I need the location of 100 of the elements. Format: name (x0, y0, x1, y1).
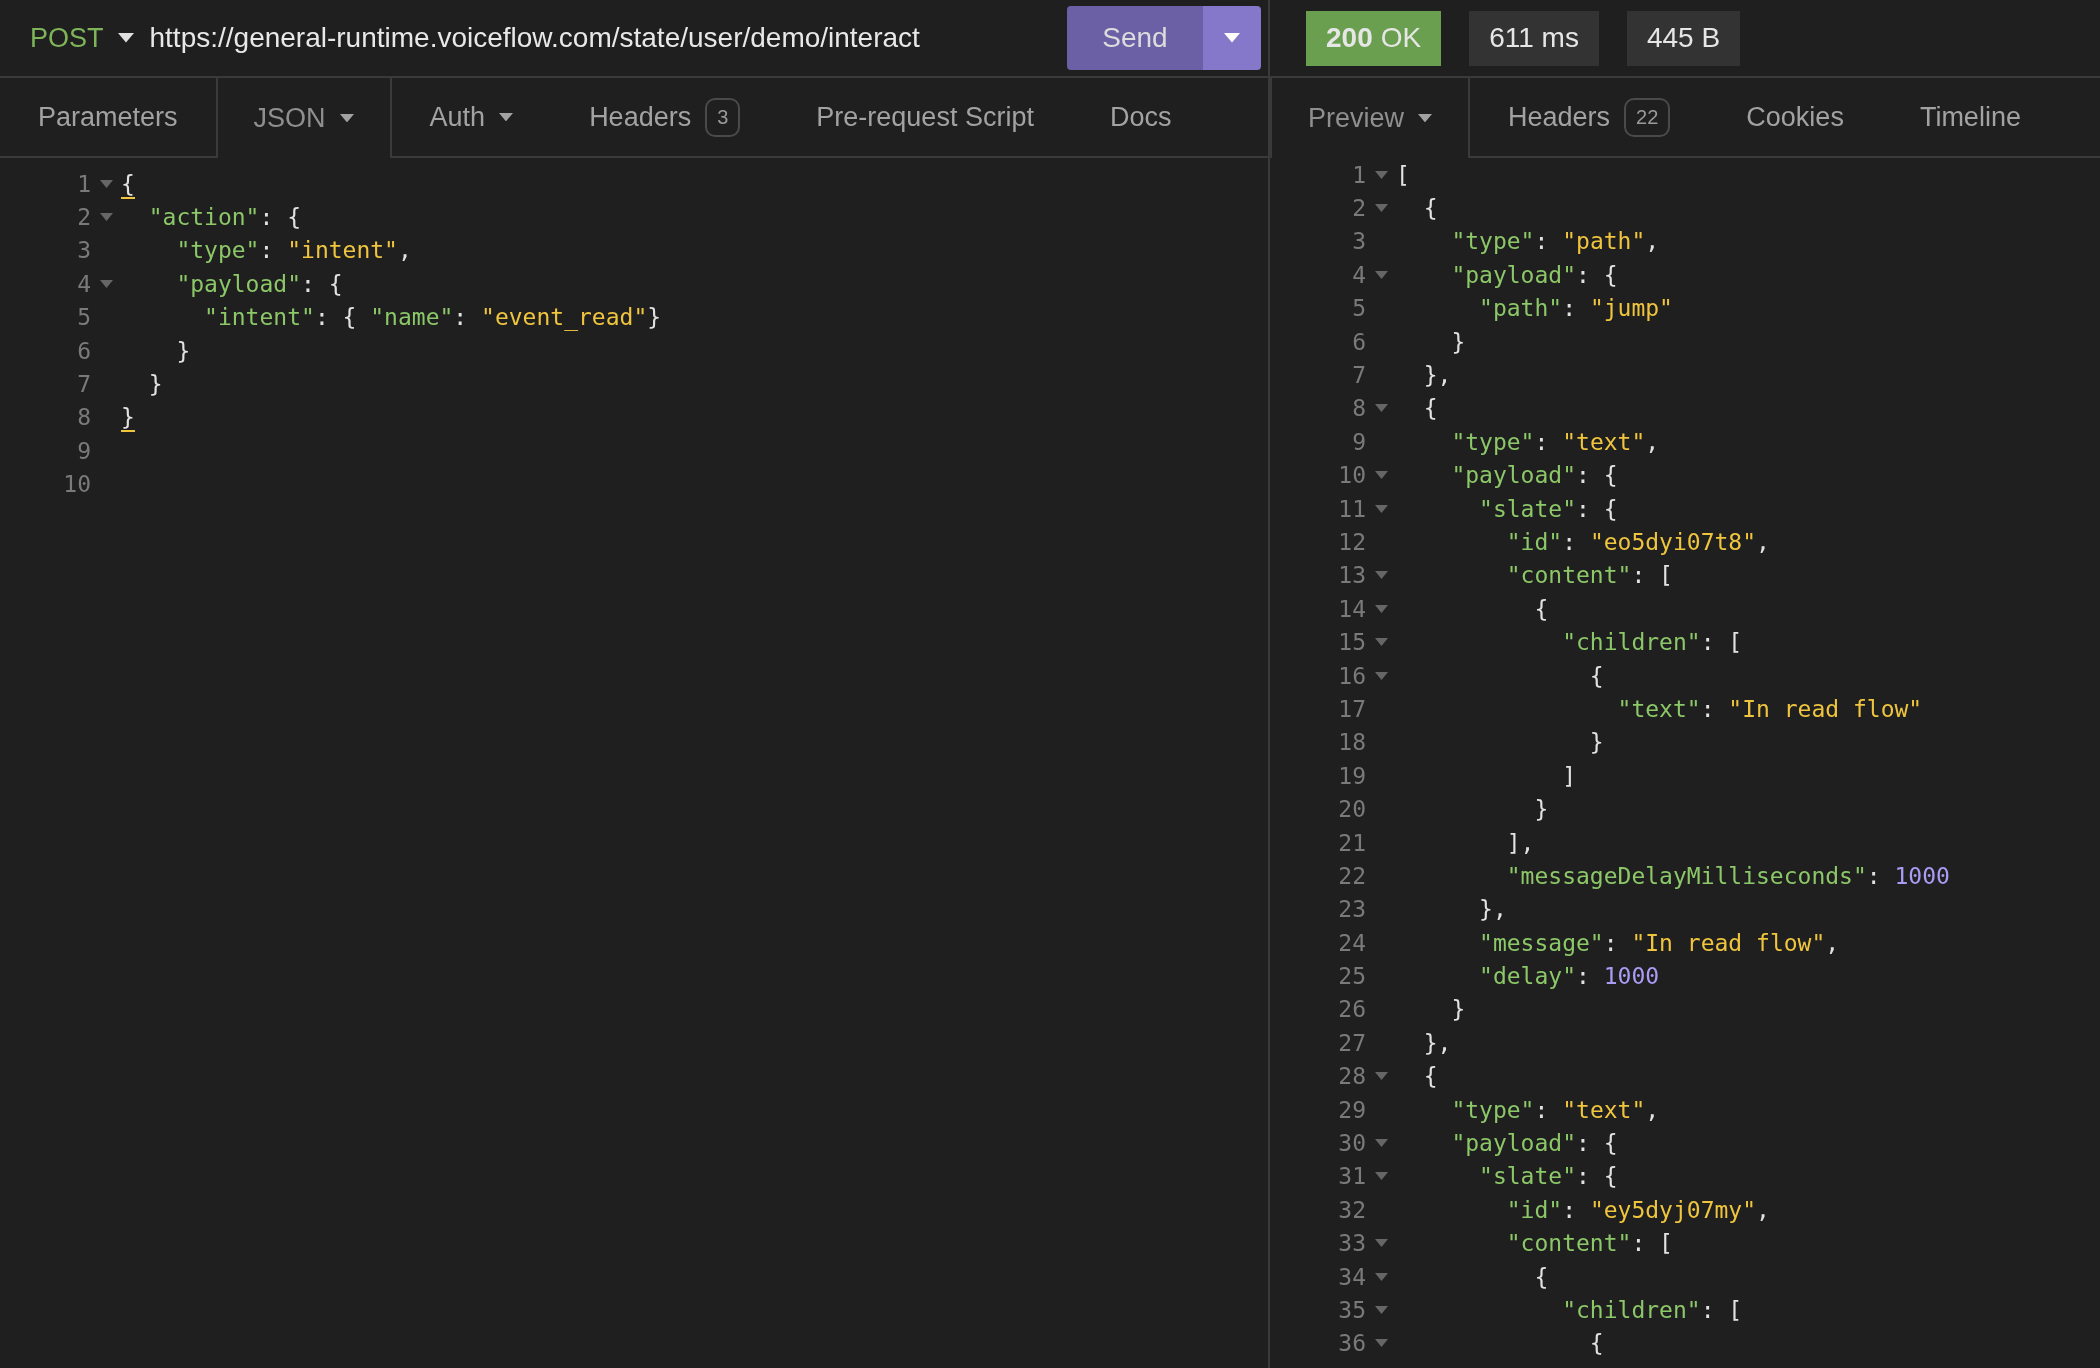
line-number: 32 (1338, 1196, 1366, 1223)
fold-arrow-icon[interactable] (1374, 1172, 1388, 1181)
line-number: 11 (1338, 495, 1366, 522)
line-number: 25 (1338, 963, 1366, 990)
fold-arrow-icon[interactable] (1374, 471, 1388, 480)
line-number: 35 (1338, 1296, 1366, 1323)
line-number: 7 (1352, 362, 1366, 389)
code-line: } (147, 371, 164, 398)
code-line: "type": "intent", (175, 237, 413, 264)
tab-label: Headers (589, 101, 692, 133)
code-line: "message": "In read flow", (1478, 929, 1841, 956)
code-line: }, (1422, 362, 1453, 389)
line-number: 36 (1338, 1330, 1366, 1357)
line-number: 5 (1352, 295, 1366, 322)
code-line: "children": [ (1561, 629, 1744, 656)
fold-arrow-icon[interactable] (1374, 1305, 1388, 1314)
code-line: "text": "In read flow" (1616, 695, 1924, 722)
code-line: { (1533, 595, 1550, 622)
code-line: } (1588, 729, 1605, 756)
fold-arrow-icon[interactable] (99, 279, 113, 288)
fold-arrow-icon[interactable] (1374, 170, 1388, 179)
fold-arrow-icon[interactable] (1374, 1339, 1388, 1348)
line-number: 10 (63, 471, 91, 498)
line-number: 23 (1338, 896, 1366, 923)
tab-label: Timeline (1919, 101, 2021, 133)
line-number: 6 (77, 337, 91, 364)
tab-label: Headers (1508, 101, 1611, 133)
tab-label: Preview (1308, 102, 1405, 134)
code-line: { (1422, 195, 1439, 222)
code-line: }, (1478, 896, 1508, 923)
line-number: 16 (1338, 662, 1366, 689)
code-line: "type": "text", (1450, 428, 1661, 455)
size-badge: 445 B (1626, 10, 1741, 66)
code-line: [ (1396, 161, 1411, 188)
line-number: 21 (1338, 829, 1366, 856)
line-number: 12 (1338, 529, 1366, 555)
line-number: 27 (1338, 1029, 1366, 1056)
line-number: 4 (1352, 261, 1366, 288)
line-number: 26 (1338, 996, 1366, 1023)
code-line: ] (1561, 762, 1577, 789)
tab-label: Cookies (1746, 101, 1844, 133)
fold-arrow-icon[interactable] (1374, 204, 1388, 213)
line-number: 24 (1338, 929, 1366, 956)
tab-label: Auth (429, 101, 486, 133)
code-line: "content": [ (1505, 562, 1674, 589)
line-number: 9 (77, 437, 91, 464)
code-line: "slate": { (1478, 1163, 1619, 1190)
line-number: 4 (77, 270, 91, 297)
code-line: } (175, 337, 192, 364)
fold-arrow-icon[interactable] (1374, 270, 1388, 279)
fold-arrow-icon[interactable] (1374, 571, 1388, 580)
status-badge: 200 OK (1306, 10, 1442, 66)
tab[interactable]: JSON (215, 78, 392, 158)
fold-arrow-icon[interactable] (1374, 1239, 1388, 1248)
code-line: { (1588, 662, 1605, 689)
fold-arrow-icon[interactable] (1374, 1272, 1388, 1281)
code-line: "type": "text", (1450, 1096, 1661, 1123)
tab[interactable]: Preview (1270, 78, 1471, 158)
line-number: 2 (77, 204, 91, 231)
fold-arrow-icon[interactable] (1374, 604, 1388, 613)
fold-arrow-icon[interactable] (1374, 404, 1388, 413)
caret-icon (1224, 33, 1240, 43)
line-number: 5 (77, 304, 91, 331)
line-number: 2 (1352, 195, 1366, 222)
code-line: "messageDelayMilliseconds": 1000 (1505, 862, 1951, 889)
fold-arrow-icon[interactable] (99, 213, 113, 222)
code-line: }, (1422, 1029, 1453, 1056)
code-line: { (1588, 1330, 1605, 1357)
line-number: 17 (1338, 695, 1366, 722)
time-badge: 611 ms (1469, 10, 1599, 66)
method-dropdown[interactable]: POST (30, 22, 134, 54)
code-line: "payload": { (1450, 462, 1619, 489)
line-number: 34 (1338, 1263, 1366, 1290)
fold-arrow-icon[interactable] (99, 179, 113, 188)
line-number: 3 (1352, 228, 1366, 255)
line-number: 31 (1338, 1163, 1366, 1190)
code-line: "payload": { (1450, 261, 1619, 288)
code-line: } (121, 404, 136, 431)
line-number: 20 (1338, 796, 1366, 823)
line-number: 3 (77, 237, 91, 264)
send-options-button[interactable] (1203, 6, 1261, 70)
fold-arrow-icon[interactable] (1374, 504, 1388, 513)
fold-arrow-icon[interactable] (1374, 638, 1388, 647)
line-number: 30 (1338, 1130, 1366, 1156)
send-button[interactable]: Send (1067, 6, 1203, 70)
code-line: "slate": { (1478, 495, 1619, 522)
line-number: 15 (1338, 629, 1366, 656)
line-number: 18 (1338, 729, 1366, 756)
code-line: { (1422, 395, 1439, 422)
code-line: { (1422, 1063, 1439, 1090)
fold-arrow-icon[interactable] (1374, 671, 1388, 680)
line-number: 10 (1338, 462, 1366, 489)
fold-arrow-icon[interactable] (1374, 1139, 1388, 1147)
url-field[interactable]: https://general-runtime.voiceflow.com/state/user/demo/interact (149, 22, 1051, 54)
fold-arrow-icon[interactable] (1374, 1072, 1388, 1081)
tab-label: Docs (1109, 101, 1172, 133)
line-number: 8 (1352, 395, 1366, 422)
code-line: "id": "eo5dyi07t8", (1505, 529, 1771, 555)
code-line: } (1450, 328, 1467, 355)
tab-label: Parameters (38, 101, 178, 133)
